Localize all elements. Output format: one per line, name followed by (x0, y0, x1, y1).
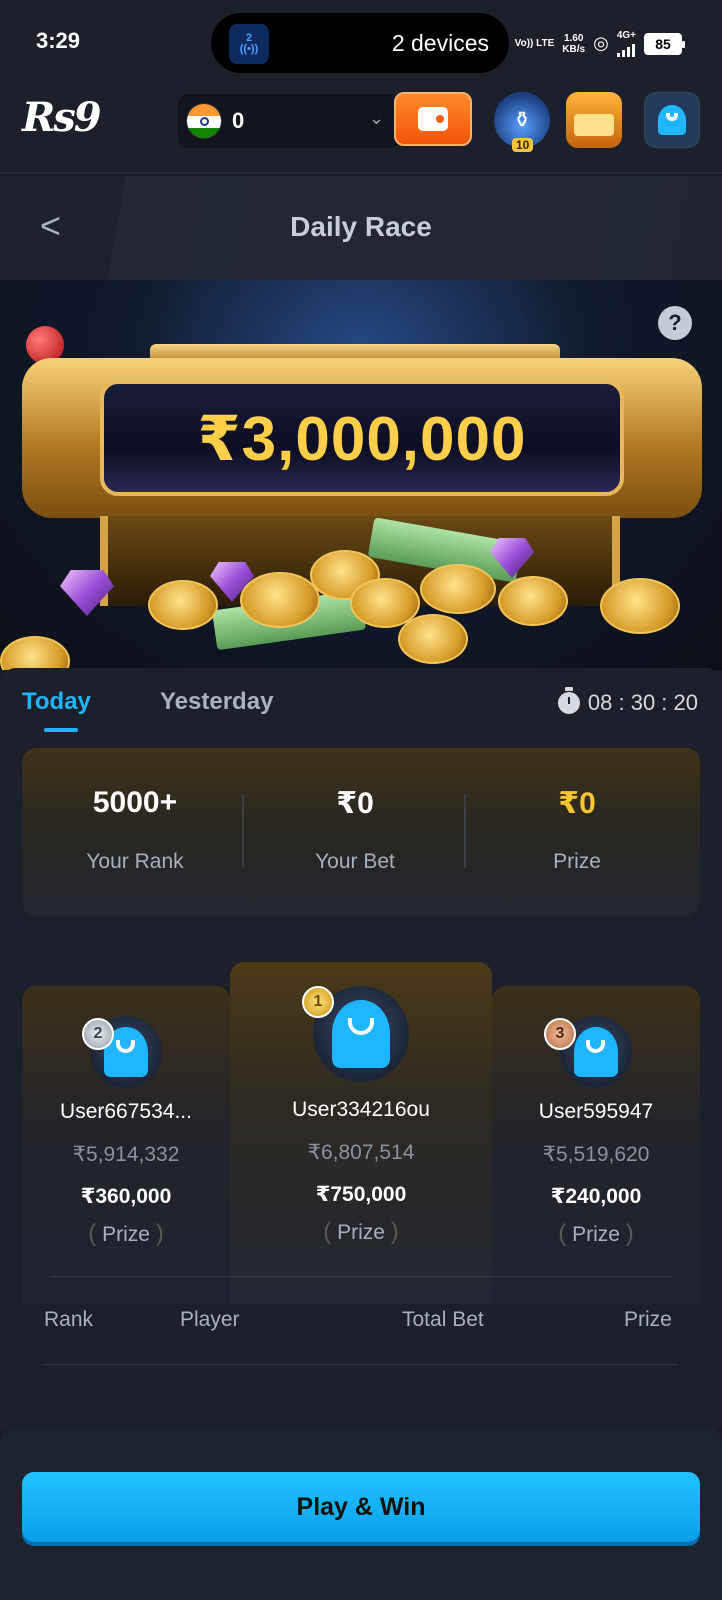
podium-second[interactable]: 2 User667534... ₹5,914,332 ₹360,000 ( Pr… (22, 986, 230, 1304)
avatar-icon (332, 1000, 390, 1068)
countdown-value: 08 : 30 : 20 (587, 690, 698, 715)
podium-second-name: User667534... (60, 1100, 192, 1123)
broadcast-icon: ((•)) (239, 43, 259, 55)
tab-today[interactable]: Today (22, 688, 91, 716)
podium-third-name: User595947 (538, 1100, 654, 1123)
divider (50, 1276, 672, 1277)
countdown-timer: 08 : 30 : 20 (557, 687, 698, 716)
laurel-icon: ) (625, 1220, 634, 1247)
podium-third-bet: ₹5,519,620 (542, 1143, 650, 1166)
my-bet: ₹0 Your Bet (242, 748, 468, 916)
my-bet-label: Your Bet (315, 850, 395, 873)
treasure-chest-icon (574, 114, 614, 136)
status-bar: 3:29 2 ((•)) 2 devices Vo)) LTE 1.60 KB/… (0, 0, 722, 88)
chevron-down-icon: ⌄ (368, 108, 384, 128)
volte-indicator: Vo)) LTE (514, 38, 555, 49)
podium-first-prize-label: ( Prize ) (323, 1218, 399, 1245)
podium-second-prize: ₹360,000 (80, 1185, 172, 1208)
jackpot-amount: ₹3,000,000 (197, 404, 527, 474)
dynamic-island[interactable]: 2 ((•)) 2 devices (210, 12, 510, 74)
wallet-icon (418, 107, 448, 131)
cellular-indicator: 4G+ (616, 30, 636, 57)
brand-logo[interactable]: Rs9 (22, 94, 102, 141)
podium-second-prize-label: ( Prize ) (88, 1220, 164, 1247)
help-icon[interactable]: ? (658, 306, 692, 340)
treasure-chest-button[interactable] (566, 92, 622, 148)
status-indicators: Vo)) LTE 1.60 KB/s ◎ 4G+ 85 (514, 30, 685, 57)
coin (148, 580, 218, 630)
jar-icon: ⚱ (512, 107, 532, 132)
daily-race-page: 3:29 2 ((•)) 2 devices Vo)) LTE 1.60 KB/… (0, 0, 722, 1600)
podium-first-bet: ₹6,807,514 (307, 1141, 415, 1164)
play-and-win-button[interactable]: Play & Win (22, 1472, 700, 1542)
balance-amount: 0 (232, 108, 245, 133)
island-text: 2 devices (391, 30, 489, 56)
india-flag-icon (186, 103, 222, 139)
coin (420, 564, 496, 614)
nearby-share-icon: 2 ((•)) (229, 24, 269, 64)
avatar-icon (574, 1026, 618, 1078)
title-bar: < Daily Race (0, 176, 722, 280)
coin (240, 572, 320, 628)
race-panel: Today Yesterday 08 : 30 : 20 5000+ Your … (0, 668, 722, 1428)
laurel-icon: ) (155, 1220, 164, 1247)
my-rank-label: Your Rank (86, 850, 184, 873)
battery-icon: 85 (644, 32, 685, 55)
balance-selector[interactable]: 0 ⌄ (178, 94, 400, 148)
podium-second-bet: ₹5,914,332 (72, 1143, 180, 1166)
network-speed: 1.60 KB/s (562, 32, 586, 55)
app-header: Rs9 0 ⌄ ⚱ 10 (0, 88, 722, 174)
podium-first-prize: ₹750,000 (315, 1183, 407, 1206)
laurel-icon: ( (558, 1220, 567, 1247)
my-prize-value: ₹0 (558, 787, 596, 820)
status-time: 3:29 (36, 28, 81, 53)
jackpot-display: ₹3,000,000 (100, 380, 624, 496)
laurel-icon: ( (323, 1218, 332, 1245)
gem (60, 570, 114, 616)
stopwatch-icon (557, 687, 580, 714)
my-prize: ₹0 Prize (464, 748, 690, 916)
podium-first[interactable]: 1 User334216ou ₹6,807,514 ₹750,000 ( Pri… (230, 962, 492, 1304)
coin (498, 576, 568, 626)
tab-yesterday[interactable]: Yesterday (160, 688, 273, 716)
jackpot-jar-button[interactable]: ⚱ 10 (494, 92, 550, 152)
coin (600, 578, 680, 634)
bronze-medal-icon: 3 (544, 1018, 576, 1050)
coin (398, 614, 468, 664)
my-prize-label: Prize (553, 850, 601, 873)
my-rank: 5000+ Your Rank (22, 748, 248, 916)
divider (44, 1364, 678, 1365)
tab-today-indicator (44, 728, 78, 732)
column-header-total-bet: Total Bet (402, 1308, 484, 1331)
gold-medal-icon: 1 (302, 986, 334, 1018)
avatar-icon (658, 105, 686, 135)
podium-third-prize-label: ( Prize ) (558, 1220, 634, 1247)
column-header-player: Player (180, 1308, 240, 1331)
profile-avatar-button[interactable] (644, 92, 700, 148)
page-title: Daily Race (290, 211, 432, 242)
podium-third[interactable]: 3 User595947 ₹5,519,620 ₹240,000 ( Prize… (492, 986, 700, 1304)
podium-third-prize: ₹240,000 (550, 1185, 642, 1208)
coin (0, 636, 70, 670)
podium-first-name: User334216ou (292, 1098, 430, 1121)
signal-icon (616, 41, 636, 57)
column-header-rank: Rank (44, 1308, 94, 1331)
jar-badge: 10 (512, 138, 534, 152)
wallet-button[interactable] (394, 92, 472, 146)
hotspot-icon: ◎ (593, 33, 609, 53)
jackpot-banner: ₹3,000,000 ? (0, 280, 722, 670)
laurel-icon: ( (88, 1220, 97, 1247)
my-bet-value: ₹0 (336, 787, 374, 820)
laurel-icon: ) (390, 1218, 399, 1245)
silver-medal-icon: 2 (82, 1018, 114, 1050)
jackpot-machine: ₹3,000,000 (22, 358, 702, 518)
bottom-action-bar: Play & Win (0, 1426, 722, 1600)
my-rank-value: 5000+ (92, 786, 178, 819)
column-header-prize: Prize (624, 1308, 672, 1331)
my-stats-card: 5000+ Your Rank ₹0 Your Bet ₹0 Prize (22, 748, 700, 916)
